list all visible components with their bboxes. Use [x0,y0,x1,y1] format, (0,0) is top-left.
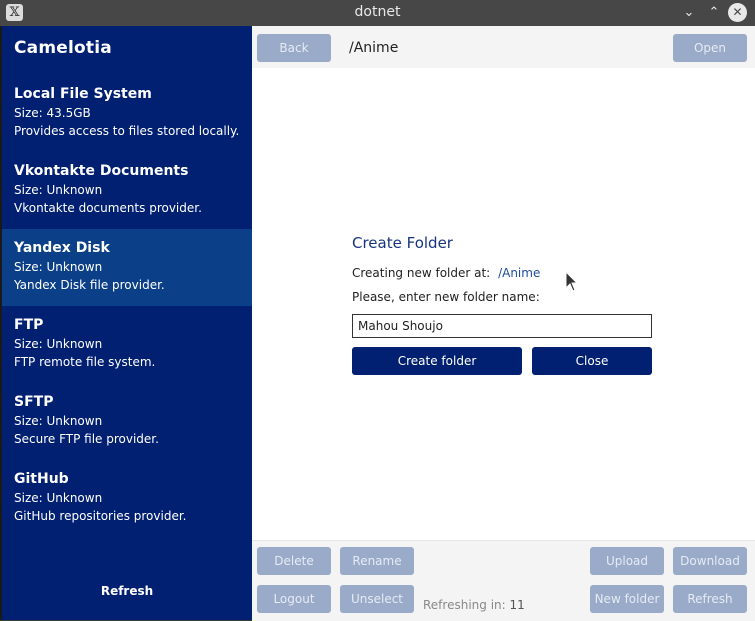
new-folder-button[interactable]: New folder [590,585,664,613]
current-path: /Anime [349,40,399,56]
provider-name: GitHub [14,471,69,487]
refresh-countdown: Refreshing in: 11 [423,598,525,612]
creating-at-path: /Anime [498,266,541,280]
create-folder-dialog: Create Folder Creating new folder at: /A… [352,234,652,375]
logout-button[interactable]: Logout [257,585,331,613]
back-button[interactable]: Back [257,34,331,62]
provider-name: Vkontakte Documents [14,163,189,179]
file-browser-pane: Back /Anime Open Create Folder Creating … [252,26,755,621]
close-dialog-button[interactable]: Close [532,347,652,375]
unselect-button[interactable]: Unselect [340,585,414,613]
window-title: dotnet [354,4,401,20]
provider-description: Provides access to files stored locally. [14,124,240,138]
open-button[interactable]: Open [673,34,747,62]
provider-size: Size: Unknown [14,414,103,428]
provider-size: Size: Unknown [14,491,103,505]
bottom-action-bar: Delete Rename Upload Download Logout Uns… [252,540,755,621]
refresh-button[interactable]: Refresh [673,585,747,613]
top-toolbar: Back /Anime Open [252,26,755,68]
download-button[interactable]: Download [673,547,747,575]
title-bar: 𝕏 dotnet ⌄ ⌃ ✕ [0,0,755,26]
delete-button[interactable]: Delete [257,547,331,575]
creating-at-label: Creating new folder at: [352,266,491,280]
provider-size: Size: Unknown [14,337,103,351]
mouse-pointer-icon [565,271,579,292]
provider-name: FTP [14,317,44,333]
provider-size: Size: 43.5GB [14,106,91,120]
dialog-actions: Create folder Close [352,347,652,375]
provider-item-local-file-system[interactable]: Local File System Size: 43.5GB Provides … [2,75,252,152]
upload-button[interactable]: Upload [590,547,664,575]
provider-item-sftp[interactable]: SFTP Size: Unknown Secure FTP file provi… [2,383,252,460]
provider-size: Size: Unknown [14,260,103,274]
maximize-icon[interactable]: ⌃ [704,3,724,23]
app-brand: Camelotia [14,38,112,58]
provider-size: Size: Unknown [14,183,103,197]
provider-description: FTP remote file system. [14,355,156,369]
provider-name: Local File System [14,86,152,102]
provider-description: Yandex Disk file provider. [14,278,165,292]
folder-name-prompt: Please, enter new folder name: [352,290,540,304]
close-window-icon[interactable]: ✕ [728,3,747,22]
app-window: 𝕏 dotnet ⌄ ⌃ ✕ Camelotia Local File Syst… [0,0,755,621]
provider-sidebar: Camelotia Local File System Size: 43.5GB… [0,26,252,620]
dialog-title: Create Folder [352,234,453,252]
provider-item-yandex-disk[interactable]: Yandex Disk Size: Unknown Yandex Disk fi… [2,229,252,306]
folder-name-input[interactable] [352,314,652,338]
creating-at-row: Creating new folder at: /Anime [352,266,652,280]
provider-item-vkontakte-documents[interactable]: Vkontakte Documents Size: Unknown Vkonta… [2,152,252,229]
provider-description: Vkontakte documents provider. [14,201,202,215]
sidebar-refresh-button[interactable]: Refresh [2,584,252,598]
refreshing-label: Refreshing in: [423,598,506,612]
create-folder-button[interactable]: Create folder [352,347,522,375]
provider-item-ftp[interactable]: FTP Size: Unknown FTP remote file system… [2,306,252,383]
provider-description: Secure FTP file provider. [14,432,159,446]
provider-name: Yandex Disk [14,240,110,256]
provider-name: SFTP [14,394,54,410]
provider-description: GitHub repositories provider. [14,509,187,523]
refreshing-value: 11 [509,598,525,612]
rename-button[interactable]: Rename [340,547,414,575]
provider-item-github[interactable]: GitHub Size: Unknown GitHub repositories… [2,460,252,537]
minimize-icon[interactable]: ⌄ [679,3,699,23]
